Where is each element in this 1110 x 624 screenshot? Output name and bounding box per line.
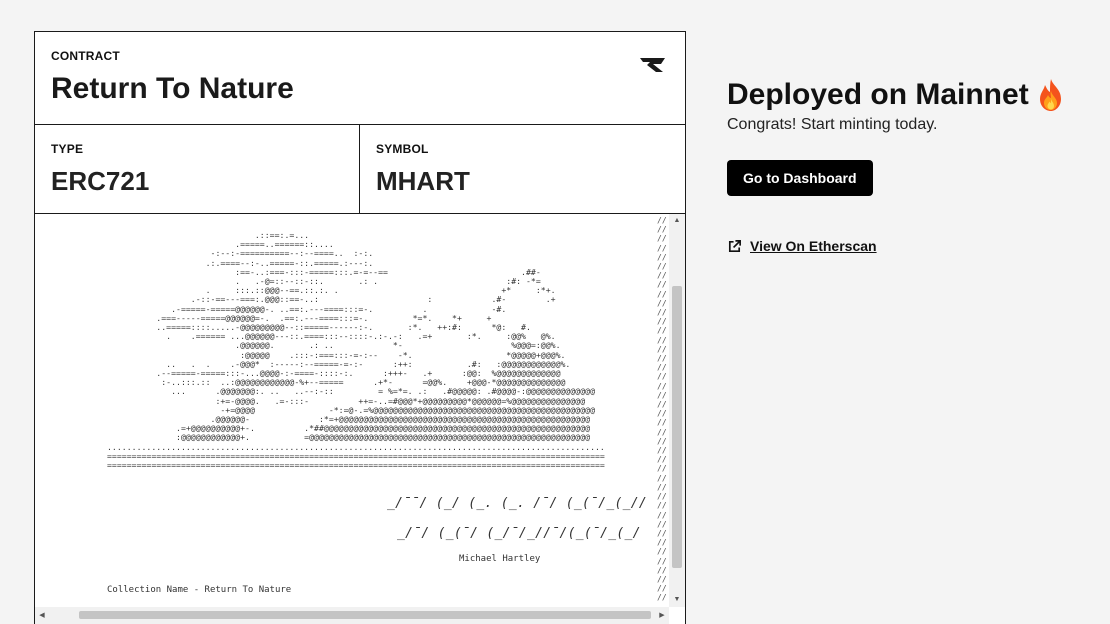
nft-artwork-preview: .::==:.=... .=====..======::.... -:--:-=… xyxy=(35,214,685,624)
scroll-left-arrow-icon[interactable]: ◀ xyxy=(35,607,49,624)
collection-name: Collection Name - Return To Nature xyxy=(107,585,292,595)
brand-logo-icon xyxy=(640,58,665,72)
scroll-down-arrow-icon[interactable]: ▼ xyxy=(669,593,685,607)
ascii-signature-line-2: _/¯/ (_(¯/ (_/¯/_//¯/(_(¯/_(_/ xyxy=(397,526,641,541)
view-on-etherscan-link[interactable]: View On Etherscan xyxy=(727,238,1097,254)
deploy-title-text: Deployed on Mainnet xyxy=(727,78,1029,111)
contract-card: CONTRACT Return To Nature TYPE ERC721 SY… xyxy=(34,31,686,624)
artist-name: Michael Hartley xyxy=(459,554,541,564)
etherscan-link-label: View On Etherscan xyxy=(750,238,877,254)
type-label: TYPE xyxy=(51,142,84,156)
symbol-cell: SYMBOL MHART xyxy=(360,125,685,213)
go-to-dashboard-button[interactable]: Go to Dashboard xyxy=(727,160,873,196)
type-cell: TYPE ERC721 xyxy=(35,125,360,213)
deploy-title: Deployed on Mainnet xyxy=(727,78,1097,112)
ascii-art-border: // // // // // // // // // // // // // /… xyxy=(657,216,667,603)
scroll-right-arrow-icon[interactable]: ▶ xyxy=(655,607,669,624)
vertical-scrollbar[interactable]: ▲ ▼ xyxy=(669,214,685,607)
symbol-label: SYMBOL xyxy=(376,142,429,156)
ascii-signature-line-1: _/¯¯/ (_/ (_. (_. /¯/ (_(¯/_(_// xyxy=(387,496,648,511)
type-value: ERC721 xyxy=(51,166,150,196)
ascii-art-image: .::==:.=... .=====..======::.... -:--:-=… xyxy=(107,230,605,471)
deployment-panel: Deployed on Mainnet Congrats! Start mint… xyxy=(727,78,1097,254)
contract-label: CONTRACT xyxy=(51,49,120,63)
deploy-subtitle: Congrats! Start minting today. xyxy=(727,116,938,133)
vertical-scroll-thumb[interactable] xyxy=(672,286,682,568)
external-link-icon xyxy=(728,239,741,252)
contract-header: CONTRACT Return To Nature xyxy=(35,32,685,125)
symbol-value: MHART xyxy=(376,166,470,196)
horizontal-scrollbar[interactable]: ◀ ▶ xyxy=(35,607,669,624)
contract-name: Return To Nature xyxy=(51,72,294,105)
fire-icon xyxy=(1039,79,1061,111)
horizontal-scroll-thumb[interactable] xyxy=(79,611,651,619)
contract-meta-row: TYPE ERC721 SYMBOL MHART xyxy=(35,125,685,214)
scroll-up-arrow-icon[interactable]: ▲ xyxy=(669,214,685,228)
